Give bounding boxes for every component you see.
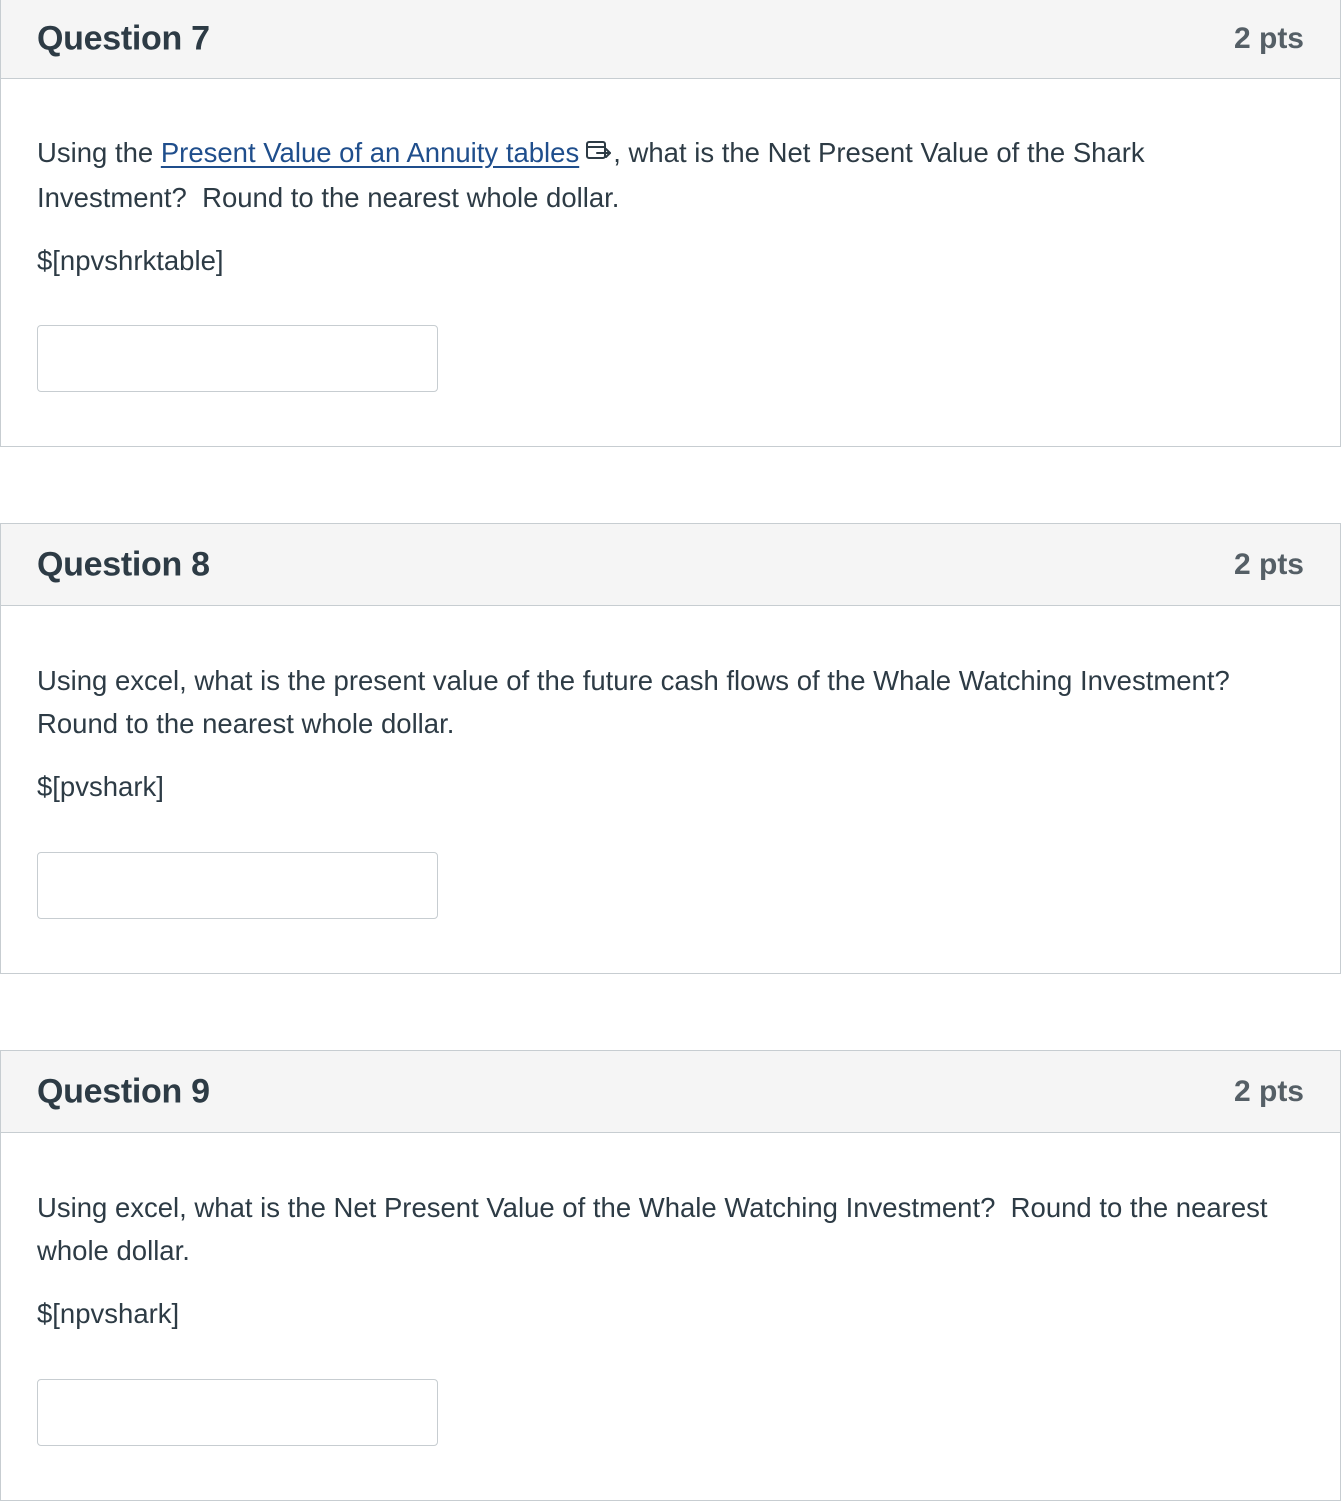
answer-input[interactable]	[37, 325, 438, 392]
question-body: Using the Present Value of an Annuity ta…	[1, 79, 1340, 282]
question-title: Question 9	[37, 1072, 210, 1110]
external-link-icon[interactable]	[585, 131, 613, 174]
annuity-tables-link[interactable]: Present Value of an Annuity tables	[161, 137, 579, 168]
question-header: Question 8 2 pts	[1, 523, 1340, 606]
question-text: Using excel, what is the present value o…	[37, 665, 1230, 739]
question-title: Question 8	[37, 545, 210, 583]
question-points: 2 pts	[1233, 1074, 1304, 1108]
question-title: Question 7	[37, 19, 210, 58]
question-8: Question 8 2 pts Using excel, what is th…	[0, 523, 1341, 974]
answer-placeholder-token: $[pvshark]	[37, 771, 164, 802]
question-text: Using excel, what is the Net Present Val…	[37, 1192, 1268, 1266]
question-7: Question 7 2 pts Using the Present Value…	[0, 0, 1341, 447]
question-text: Using the Present Value of an Annuity ta…	[37, 131, 1304, 219]
answer-input[interactable]	[37, 1379, 438, 1446]
answer-placeholder-token: $[npvshark]	[37, 1298, 180, 1329]
answer-input[interactable]	[37, 852, 438, 919]
question-body: Using excel, what is the present value o…	[1, 606, 1340, 808]
question-9: Question 9 2 pts Using excel, what is th…	[0, 1050, 1341, 1501]
question-points: 2 pts	[1233, 22, 1304, 55]
question-body: Using excel, what is the Net Present Val…	[1, 1133, 1340, 1335]
question-text-start: Using the	[37, 137, 161, 168]
question-header: Question 7 2 pts	[1, 0, 1340, 79]
answer-placeholder-token: $[npvshrktable]	[37, 245, 224, 277]
question-header: Question 9 2 pts	[1, 1050, 1340, 1133]
question-points: 2 pts	[1233, 547, 1304, 581]
